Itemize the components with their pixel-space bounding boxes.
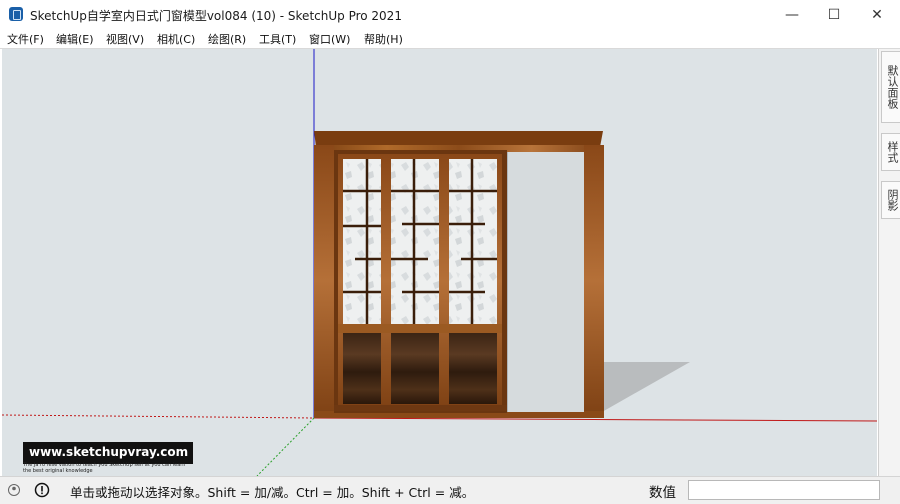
menu-edit[interactable]: 编辑(E): [56, 31, 94, 47]
red-axis: [313, 417, 877, 422]
menu-file[interactable]: 文件(F): [7, 31, 44, 47]
right-post: [584, 145, 604, 417]
default-tray: 默认面板 样式 阴影: [878, 49, 900, 476]
menu-help[interactable]: 帮助(H): [364, 31, 403, 47]
menu-draw[interactable]: 绘图(R): [208, 31, 246, 47]
watermark-banner: www.sketchupvray.com: [23, 442, 193, 464]
menu-window[interactable]: 窗口(W): [309, 31, 350, 47]
menu-bar: 文件(F) 编辑(E) 视图(V) 相机(C) 绘图(R) 工具(T) 窗口(W…: [0, 30, 900, 48]
bottom-rail: [334, 405, 507, 411]
status-bar: 单击或拖动以选择对象。Shift = 加/减。Ctrl = 加。Shift + …: [0, 476, 900, 504]
measurements-label: 数值: [649, 485, 676, 501]
sketchup-app-icon[interactable]: [9, 7, 23, 21]
green-axis-dashed: [256, 417, 315, 476]
menu-view[interactable]: 视图(V): [106, 31, 144, 47]
status-message: 单击或拖动以选择对象。Shift = 加/减。Ctrl = 加。Shift + …: [70, 485, 475, 500]
menu-camera[interactable]: 相机(C): [157, 31, 195, 47]
instructor-info-icon[interactable]: [34, 482, 50, 498]
tray-tab-styles[interactable]: 样式: [881, 133, 900, 171]
left-post: [314, 145, 334, 417]
menu-tools[interactable]: 工具(T): [259, 31, 296, 47]
header-top: [314, 131, 603, 147]
window-title: SketchUp自学室内日式门窗模型vol084 (10) - SketchUp…: [30, 9, 402, 23]
measurements-input[interactable]: [688, 480, 880, 500]
tray-tab-default-panel[interactable]: 默认面板: [881, 51, 900, 123]
tray-tab-shadows[interactable]: 阴影: [881, 181, 900, 219]
model-scene: [2, 49, 877, 476]
drawing-viewport[interactable]: [2, 49, 877, 476]
close-button[interactable]: ✕: [856, 0, 898, 30]
minimize-button[interactable]: —: [771, 0, 813, 30]
maximize-button[interactable]: ☐: [813, 0, 855, 30]
red-axis-dashed: [2, 414, 315, 419]
title-bar: SketchUp自学室内日式门窗模型vol084 (10) - SketchUp…: [0, 0, 900, 30]
geo-location-icon[interactable]: [7, 483, 21, 497]
watermark-subtitle: The Ja ro rese vation to teach you Sketc…: [23, 462, 186, 474]
door-opening: [507, 152, 584, 412]
middle-rail: [338, 324, 502, 333]
